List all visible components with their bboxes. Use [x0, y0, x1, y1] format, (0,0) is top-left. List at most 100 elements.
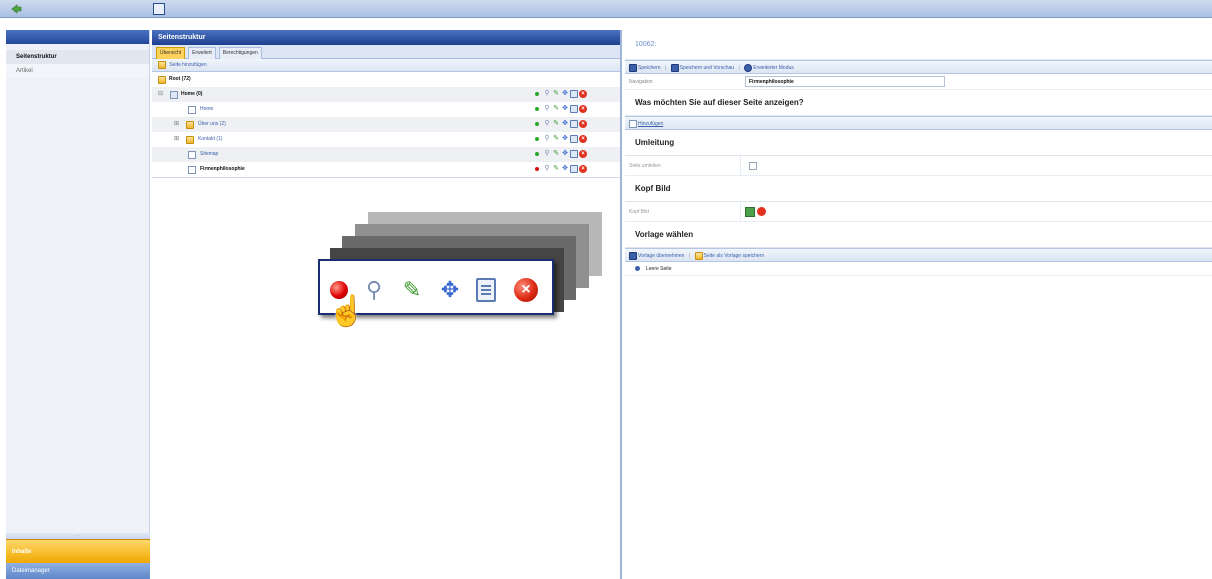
copy-icon[interactable]	[570, 90, 578, 98]
tree-label: Home (0)	[181, 91, 203, 97]
pencil-icon[interactable]: ✎	[552, 90, 560, 98]
page-icon	[188, 166, 196, 174]
status-dot-icon[interactable]	[535, 152, 539, 156]
image-remove-icon[interactable]	[757, 207, 766, 216]
move-icon[interactable]: ✥	[561, 90, 569, 98]
move-icon[interactable]: ✥	[561, 165, 569, 173]
page-id: 10062:	[625, 30, 1212, 60]
delete-icon[interactable]: ×	[579, 120, 587, 128]
kopf-bild-row: Kopf Bild	[625, 202, 1212, 222]
status-dot-icon[interactable]	[535, 107, 539, 111]
navigation-field[interactable]: Firmenphilosophie	[745, 76, 945, 87]
pencil-icon[interactable]: ✎	[552, 150, 560, 158]
magnifier-icon[interactable]: ⚲	[543, 135, 551, 143]
move-icon[interactable]: ✥	[561, 120, 569, 128]
image-select-icon[interactable]	[745, 207, 755, 217]
radio-bullet-icon	[635, 266, 640, 272]
back-arrow-icon[interactable]	[10, 3, 22, 15]
magnifier-icon[interactable]: ⚲	[543, 165, 551, 173]
tab-berechtigungen[interactable]: Berechtigungen	[218, 47, 262, 59]
magnifier-icon[interactable]: ⚲	[362, 278, 386, 302]
save-icon	[629, 63, 637, 72]
copy-icon[interactable]	[570, 135, 578, 143]
add-content-toolbar: Hinzufügen	[625, 116, 1212, 130]
status-dot-icon[interactable]	[535, 167, 539, 171]
tree-label: Sitemap	[200, 151, 219, 157]
page-editor-panel: 10062: Speichern | Speichern und Vorscha…	[625, 30, 1212, 579]
advanced-mode-button[interactable]: Erweiterter Modus	[753, 65, 794, 71]
status-dot-icon[interactable]	[535, 92, 539, 96]
delete-icon[interactable]: ×	[579, 165, 587, 173]
magnifier-icon[interactable]: ⚲	[543, 105, 551, 113]
sidebar-item-seitenstruktur[interactable]: Seitenstruktur	[6, 50, 149, 64]
advanced-mode-icon	[744, 63, 753, 72]
copy-icon[interactable]	[570, 165, 578, 173]
umleiten-checkbox[interactable]	[749, 162, 757, 170]
copy-icon[interactable]	[476, 278, 496, 302]
expand-icon[interactable]: ⊞	[174, 132, 179, 147]
delete-icon[interactable]: ×	[579, 90, 587, 98]
status-dot-icon[interactable]	[535, 137, 539, 141]
template-item[interactable]: Leere Seite	[625, 262, 1212, 276]
tree-row-root[interactable]: Root (72)	[152, 72, 620, 87]
status-dot-icon[interactable]	[535, 122, 539, 126]
page-icon	[188, 106, 196, 114]
save-button[interactable]: Speichern	[638, 65, 661, 71]
tree-row-sitemap[interactable]: Sitemap ⚲ ✎ ✥ ×	[152, 147, 620, 162]
delete-icon[interactable]: ×	[514, 278, 538, 302]
toolbar-separator: |	[664, 65, 667, 71]
pencil-icon[interactable]: ✎	[552, 120, 560, 128]
dateimanager-button[interactable]: Dateimanager	[6, 563, 150, 579]
pencil-icon[interactable]: ✎	[400, 278, 424, 302]
magnifier-icon[interactable]: ⚲	[543, 90, 551, 98]
tree-row-home-folder[interactable]: ⊟ Home (0) ⚲ ✎ ✥ ×	[152, 87, 620, 102]
copy-icon[interactable]	[570, 120, 578, 128]
umleiten-row: Seite umleiten	[625, 156, 1212, 176]
sidebar-item-artikel[interactable]: Artikel	[6, 64, 149, 78]
page-icon	[188, 151, 196, 159]
tree-label: Home	[200, 106, 214, 112]
tree-row-kontakt[interactable]: ⊞ Kontakt (1) ⚲ ✎ ✥ ×	[152, 132, 620, 147]
tab-erweitert[interactable]: Erweitert	[188, 47, 216, 59]
expand-icon[interactable]: ⊞	[174, 117, 179, 132]
folder-icon	[158, 76, 166, 84]
pencil-icon[interactable]: ✎	[552, 165, 560, 173]
tree-row-ueber-uns[interactable]: ⊞ Über uns (2) ⚲ ✎ ✥ ×	[152, 117, 620, 132]
copy-icon[interactable]	[570, 150, 578, 158]
delete-icon[interactable]: ×	[579, 150, 587, 158]
delete-icon[interactable]: ×	[579, 135, 587, 143]
move-icon[interactable]: ✥	[561, 105, 569, 113]
add-content-button[interactable]: Hinzufügen	[638, 121, 663, 127]
magnifier-icon[interactable]: ⚲	[543, 150, 551, 158]
toolbar-separator: |	[688, 253, 691, 259]
pencil-icon[interactable]: ✎	[552, 105, 560, 113]
template-apply-button[interactable]: Vorlage übernehmen	[638, 253, 684, 259]
copy-icon[interactable]	[570, 105, 578, 113]
tab-bar: Übersicht Erweitert Berechtigungen	[152, 45, 620, 59]
tree-row-firmenphilosophie[interactable]: Firmenphilosophie ⚲ ✎ ✥ ×	[152, 162, 620, 177]
move-icon[interactable]: ✥	[561, 135, 569, 143]
move-icon[interactable]: ✥	[438, 278, 462, 302]
sidebar-bottom: ····· Inhalte Dateimanager	[6, 533, 150, 579]
inhalte-button[interactable]: Inhalte	[6, 539, 150, 563]
add-page-button[interactable]: Seite hinzufügen	[169, 62, 206, 68]
tree-toolbar: Seite hinzufügen	[152, 59, 620, 72]
left-sidebar: Seitenstruktur Artikel ····· Inhalte Dat…	[6, 30, 150, 579]
move-icon[interactable]: ✥	[561, 150, 569, 158]
template-save-button[interactable]: Seite als Vorlage speichern	[704, 253, 765, 259]
tree-label: Firmenphilosophie	[200, 166, 245, 172]
window-icon[interactable]	[153, 3, 165, 15]
page-icon	[170, 91, 178, 99]
tree-row-home-page[interactable]: Home ⚲ ✎ ✥ ×	[152, 102, 620, 117]
pencil-icon[interactable]: ✎	[552, 135, 560, 143]
tab-uebersicht[interactable]: Übersicht	[156, 47, 186, 59]
save-preview-button[interactable]: Speichern und Vorschau	[680, 65, 734, 71]
delete-icon[interactable]: ×	[579, 105, 587, 113]
folder-icon	[186, 121, 194, 129]
section-vorlage: Vorlage wählen	[625, 222, 1212, 248]
magnifier-icon[interactable]: ⚲	[543, 120, 551, 128]
editor-toolbar: Speichern | Speichern und Vorschau | Erw…	[625, 60, 1212, 74]
section-kopf-bild: Kopf Bild	[625, 176, 1212, 202]
kopf-bild-label: Kopf Bild	[629, 202, 741, 221]
collapse-icon[interactable]: ⊟	[158, 87, 163, 102]
